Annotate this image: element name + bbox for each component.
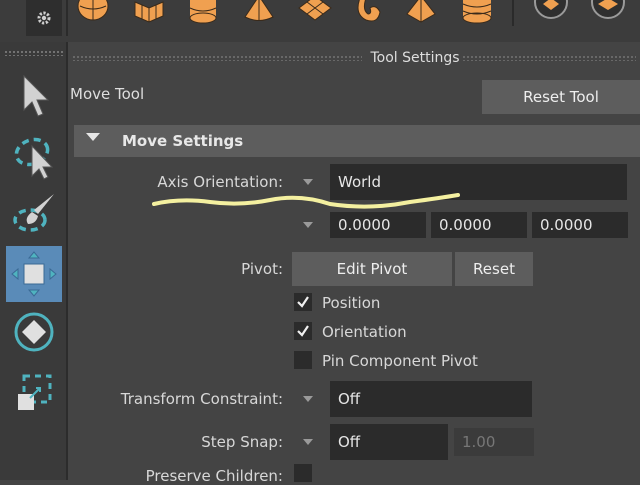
torus-icon[interactable] bbox=[352, 0, 386, 24]
edit-pivot-button[interactable]: Edit Pivot bbox=[292, 252, 452, 286]
transform-constraint-dropdown-arrow-icon[interactable] bbox=[303, 396, 313, 402]
reset-pivot-button[interactable]: Reset bbox=[455, 252, 533, 286]
position-checkbox[interactable] bbox=[294, 293, 312, 311]
select-tool-icon[interactable] bbox=[6, 68, 62, 124]
cone-icon[interactable] bbox=[242, 0, 276, 24]
coord-y-field[interactable]: 0.0000 bbox=[431, 212, 527, 238]
toolbox-grip[interactable] bbox=[4, 50, 64, 56]
step-snap-dropdown-arrow-icon[interactable] bbox=[303, 439, 313, 445]
pin-component-pivot-label: Pin Component Pivot bbox=[322, 352, 478, 370]
plane-icon[interactable] bbox=[298, 0, 332, 24]
panel-title: Tool Settings bbox=[370, 50, 460, 66]
preserve-children-label: Preserve Children: bbox=[145, 467, 283, 485]
reset-tool-button[interactable]: Reset Tool bbox=[482, 80, 640, 114]
coords-dropdown-arrow-icon[interactable] bbox=[303, 222, 313, 228]
move-tool-icon[interactable] bbox=[6, 246, 62, 302]
position-label: Position bbox=[322, 294, 381, 312]
pin-component-pivot-checkbox[interactable] bbox=[294, 351, 312, 369]
lasso-tool-icon[interactable] bbox=[6, 128, 62, 184]
sphere-icon[interactable] bbox=[76, 0, 110, 24]
rotate-tool-icon[interactable] bbox=[6, 304, 62, 360]
shelf-divider bbox=[66, 0, 68, 36]
transform-constraint-field[interactable]: Off bbox=[330, 381, 532, 417]
orientation-checkbox[interactable] bbox=[294, 322, 312, 340]
sphere-cap-icon[interactable] bbox=[534, 0, 568, 24]
section-title: Move Settings bbox=[122, 132, 244, 150]
paint-select-tool-icon[interactable] bbox=[6, 186, 62, 242]
cylinder-icon[interactable] bbox=[186, 0, 220, 24]
step-snap-label: Step Snap: bbox=[201, 433, 283, 451]
cube-icon[interactable] bbox=[132, 0, 166, 24]
transform-constraint-label: Transform Constraint: bbox=[120, 390, 283, 408]
collapse-arrow-icon[interactable] bbox=[86, 133, 100, 141]
panel-grip[interactable] bbox=[72, 55, 362, 61]
checkmark-icon bbox=[297, 296, 309, 308]
settings-gear-icon[interactable] bbox=[26, 0, 62, 36]
pivot-label: Pivot: bbox=[241, 260, 283, 278]
checkmark-icon bbox=[297, 325, 309, 337]
coord-x-field[interactable]: 0.0000 bbox=[330, 212, 426, 238]
orientation-label: Orientation bbox=[322, 323, 407, 341]
panel-grip-right[interactable] bbox=[462, 55, 636, 61]
coord-z-field[interactable]: 0.0000 bbox=[532, 212, 628, 238]
tool-name: Move Tool bbox=[70, 85, 145, 103]
scale-tool-icon[interactable] bbox=[6, 364, 62, 420]
pipe-icon[interactable] bbox=[460, 0, 494, 24]
step-snap-amount-field: 1.00 bbox=[454, 428, 534, 456]
preserve-children-checkbox[interactable] bbox=[294, 464, 312, 482]
subdivide-icon[interactable] bbox=[588, 0, 625, 24]
shelf-separator bbox=[512, 0, 514, 26]
step-snap-field[interactable]: Off bbox=[330, 424, 448, 460]
pyramid-icon[interactable] bbox=[404, 0, 438, 24]
